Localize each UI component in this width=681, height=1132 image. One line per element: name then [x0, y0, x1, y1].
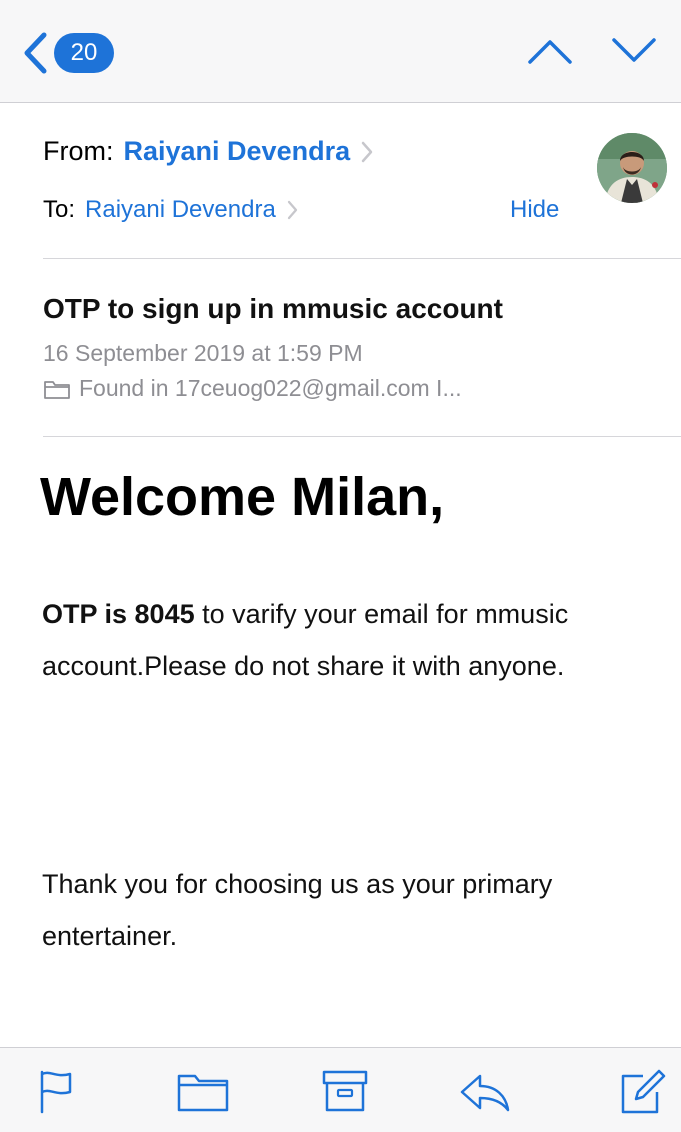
otp-code-text: OTP is 8045 — [42, 599, 195, 629]
chevron-left-icon — [24, 32, 47, 74]
chevron-down-icon — [612, 38, 656, 62]
chevron-right-icon — [361, 141, 373, 162]
body-greeting: Welcome Milan, — [40, 467, 445, 527]
found-in-mailbox[interactable]: Found in 17ceuog022@gmail.com I... — [43, 375, 462, 402]
move-to-folder-button[interactable] — [175, 1068, 229, 1118]
body-otp-paragraph: OTP is 8045 to varify your email for mmu… — [42, 588, 642, 692]
archive-icon — [322, 1070, 368, 1112]
header-divider — [43, 258, 681, 259]
body-thanks-paragraph: Thank you for choosing us as your primar… — [42, 869, 553, 951]
folder-icon — [177, 1074, 229, 1112]
unread-count-badge: 20 — [54, 33, 114, 73]
reply-button[interactable] — [458, 1068, 510, 1118]
chevron-up-icon — [528, 40, 572, 64]
next-message-button[interactable] — [611, 36, 657, 71]
recipient-name-link[interactable]: Raiyani Devendra — [85, 196, 276, 224]
hide-details-link[interactable]: Hide — [510, 196, 559, 224]
found-in-text: Found in 17ceuog022@gmail.com I... — [79, 375, 462, 401]
from-label: From: — [43, 136, 114, 166]
mail-message-screen: 20 From: Raiyani Devendra To: Raiyani De… — [0, 0, 681, 1132]
chevron-right-icon — [287, 200, 297, 220]
sender-name-link[interactable]: Raiyani Devendra — [124, 136, 351, 167]
compose-icon — [621, 1069, 666, 1114]
message-subject: OTP to sign up in mmusic account — [43, 293, 503, 324]
to-row: To: Raiyani Devendra — [43, 196, 299, 224]
flag-button[interactable] — [36, 1068, 86, 1118]
reply-icon — [460, 1074, 510, 1112]
compose-button[interactable] — [617, 1068, 667, 1118]
flag-icon — [40, 1070, 72, 1114]
folder-icon — [44, 380, 70, 399]
subject-divider — [43, 436, 681, 437]
avatar[interactable] — [597, 133, 667, 203]
previous-message-button[interactable] — [527, 36, 573, 71]
archive-button[interactable] — [320, 1068, 370, 1118]
back-button[interactable]: 20 — [22, 26, 114, 80]
from-row: From: Raiyani Devendra — [43, 136, 374, 167]
top-navigation-bar: 20 — [0, 0, 681, 103]
message-date: 16 September 2019 at 1:59 PM — [43, 340, 363, 366]
sender-photo — [597, 133, 667, 203]
bottom-toolbar — [0, 1047, 681, 1132]
to-label: To: — [43, 196, 76, 223]
